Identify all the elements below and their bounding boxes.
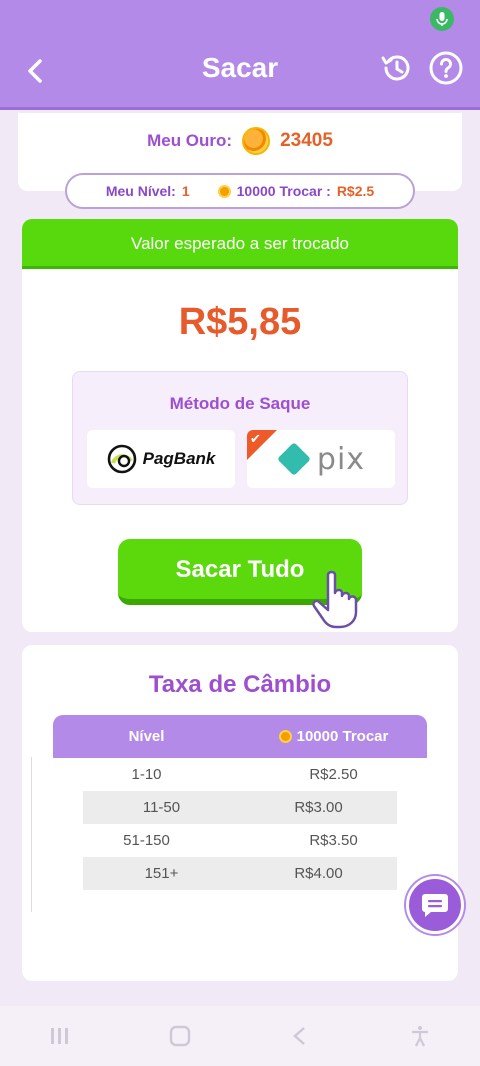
help-button[interactable] bbox=[428, 50, 464, 86]
mic-icon bbox=[430, 7, 454, 31]
column-header-rate: 10000 Trocar bbox=[240, 728, 427, 745]
home-icon[interactable] bbox=[160, 1021, 200, 1051]
withdraw-card: Valor esperado a ser trocado R$5,85 Méto… bbox=[22, 219, 458, 632]
chat-button[interactable] bbox=[406, 876, 464, 934]
coin-icon bbox=[278, 730, 292, 743]
chat-icon bbox=[422, 894, 448, 917]
level-value: 1 bbox=[181, 183, 190, 199]
gold-label: Meu Ouro: bbox=[147, 131, 233, 150]
table-header: Nível 10000 Trocar bbox=[53, 715, 427, 758]
coin-icon bbox=[242, 127, 271, 155]
history-icon bbox=[381, 55, 410, 81]
table-row: 151+ R$4.00 bbox=[83, 857, 397, 890]
rate-text: 10000 Trocar : bbox=[236, 183, 331, 199]
coin-icon bbox=[217, 184, 231, 198]
pointer-hand-icon bbox=[312, 570, 358, 629]
back-nav-icon[interactable] bbox=[280, 1021, 320, 1051]
pagbank-label: PagBank bbox=[142, 449, 216, 468]
table-border bbox=[31, 757, 32, 912]
exchange-rate-card: Taxa de Câmbio Nível 10000 Trocar 1-10 R$… bbox=[22, 645, 458, 981]
pix-logo-icon bbox=[278, 443, 310, 475]
history-button[interactable] bbox=[378, 50, 414, 86]
method-option-pix[interactable]: ✔ pix bbox=[247, 430, 395, 488]
expected-amount: R$5,85 bbox=[178, 301, 302, 343]
rates-title: Taxa de Câmbio bbox=[148, 671, 332, 698]
column-header-level: Nível bbox=[128, 728, 165, 745]
system-nav-bar bbox=[0, 1006, 480, 1066]
accessibility-icon[interactable] bbox=[400, 1021, 440, 1051]
rate-value: R$2.5 bbox=[336, 183, 375, 199]
recent-apps-icon[interactable] bbox=[40, 1021, 80, 1051]
table-row: 51-150 R$3.50 bbox=[123, 832, 358, 849]
pagbank-logo-icon bbox=[107, 444, 136, 474]
method-option-pagbank[interactable]: PagBank bbox=[87, 430, 235, 488]
method-title: Método de Saque bbox=[169, 394, 311, 413]
app-bar: Sacar bbox=[0, 36, 480, 110]
withdraw-method-box: Método de Saque PagBank ✔ pix bbox=[72, 371, 408, 505]
expected-value-band: Valor esperado a ser trocado bbox=[22, 219, 458, 269]
level-pill: Meu Nível: 1 10000 Trocar : R$2.5 bbox=[65, 173, 415, 209]
rate-table: Nível 10000 Trocar 1-10 R$2.50 11-50 R$3.0… bbox=[53, 715, 427, 890]
level-label: Meu Nível: bbox=[105, 183, 176, 199]
table-row: 11-50 R$3.00 bbox=[83, 791, 397, 824]
help-icon bbox=[429, 51, 463, 85]
gold-value: 23405 bbox=[280, 130, 333, 151]
status-bar bbox=[0, 0, 480, 36]
check-icon: ✔ bbox=[250, 431, 261, 446]
pix-label: pix bbox=[316, 441, 366, 477]
table-row: 1-10 R$2.50 bbox=[131, 766, 358, 783]
